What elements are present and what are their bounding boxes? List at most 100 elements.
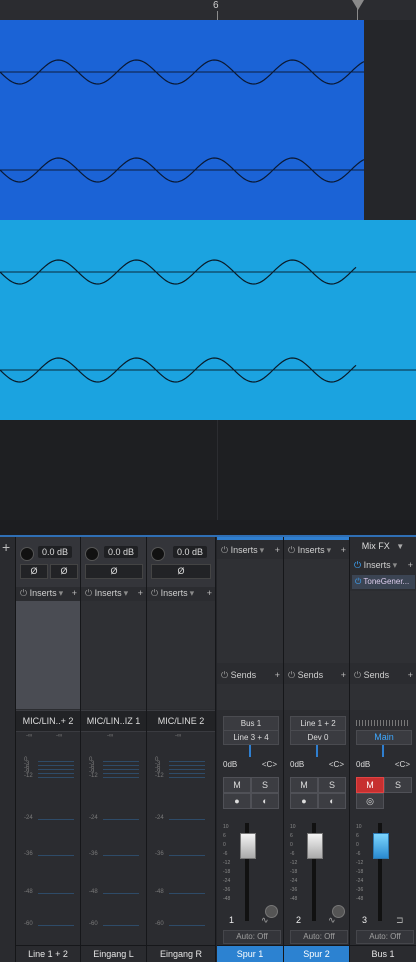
sends-header[interactable]: ⏻ Sends + (350, 667, 416, 683)
meter-scale-line (103, 765, 139, 766)
power-icon[interactable]: ⏻ (354, 667, 361, 683)
dropdown-arrow-icon[interactable]: ▾ (327, 545, 332, 555)
power-icon[interactable]: ⏻ (354, 557, 361, 573)
input-selector[interactable]: Dev 0 (290, 730, 346, 745)
power-icon[interactable]: ⏻ (20, 585, 27, 601)
output-selector[interactable]: Main (356, 730, 412, 745)
power-icon[interactable]: ⏻ (221, 667, 228, 683)
record-arm-button[interactable]: ● (223, 793, 251, 809)
strip-label[interactable]: Spur 1 (217, 945, 283, 962)
record-arm-button[interactable]: ● (290, 793, 318, 809)
monitor-button[interactable]: ◐ (318, 793, 346, 809)
volume-fader[interactable] (373, 833, 389, 859)
volume-fader[interactable] (307, 833, 323, 859)
power-icon[interactable]: ⏻ (288, 542, 295, 558)
phase-invert-left-button[interactable]: Ø (20, 564, 48, 579)
mix-fx-selector[interactable]: Mix FX ▼ (350, 541, 416, 551)
insert-item[interactable]: ⏻ ToneGener... (352, 575, 415, 589)
inserts-header[interactable]: ⏻ Inserts ▾ + (81, 585, 146, 601)
add-insert-icon[interactable]: + (138, 585, 143, 601)
mute-button[interactable]: M (223, 777, 251, 793)
solo-button[interactable]: S (384, 777, 412, 793)
insert-slot-area[interactable] (147, 601, 215, 709)
arrangement-area[interactable] (0, 20, 416, 520)
add-send-icon[interactable]: + (341, 667, 346, 683)
input-selector[interactable]: Line 3 + 4 (223, 730, 279, 745)
send-slot-area[interactable] (284, 684, 349, 710)
inserts-header[interactable]: ⏻ Inserts ▾ + (147, 585, 215, 601)
power-icon[interactable]: ⏻ (355, 577, 361, 586)
mute-button[interactable]: M (290, 777, 318, 793)
strip-label[interactable]: Bus 1 (350, 945, 416, 962)
add-send-icon[interactable]: + (275, 667, 280, 683)
power-icon[interactable]: ⏻ (85, 585, 92, 601)
insert-slot-area[interactable] (217, 559, 283, 663)
inserts-header[interactable]: ⏻ Inserts ▾ + (217, 542, 283, 558)
add-insert-icon[interactable]: + (275, 542, 280, 558)
volume-fader[interactable] (240, 833, 256, 859)
inserts-header[interactable]: ⏻ Inserts ▾ + (284, 542, 349, 558)
phase-invert-button[interactable]: Ø (151, 564, 211, 579)
dropdown-arrow-icon[interactable]: ▾ (124, 588, 129, 598)
timeline-ruler[interactable]: 6 (0, 0, 416, 21)
add-insert-icon[interactable]: + (72, 585, 77, 601)
fader-scale-label: 6 (290, 833, 293, 839)
insert-slot-area[interactable] (350, 591, 416, 663)
dropdown-arrow-icon[interactable]: ▾ (59, 588, 64, 598)
output-selector[interactable]: Line 1 + 2 (290, 716, 346, 731)
dropdown-arrow-icon[interactable]: ▾ (190, 588, 195, 598)
dropdown-arrow-icon[interactable]: ▾ (260, 545, 265, 555)
add-insert-icon[interactable]: + (341, 542, 346, 558)
phase-invert-button[interactable]: Ø (85, 564, 143, 579)
gain-knob[interactable] (20, 547, 34, 561)
monitor-button[interactable]: ◐ (251, 793, 279, 809)
sends-header[interactable]: ⏻ Sends + (284, 667, 349, 683)
audio-clip-track-1[interactable] (0, 20, 364, 220)
strip-label[interactable]: Line 1 + 2 (16, 945, 80, 962)
input-controls: 0.0 dB Ø Ø (16, 537, 80, 587)
automation-mode[interactable]: Auto: Off (356, 930, 414, 944)
sends-header[interactable]: ⏻ Sends + (217, 667, 283, 683)
gain-knob[interactable] (85, 547, 99, 561)
strip-label[interactable]: Spur 2 (284, 945, 349, 962)
insert-slot-area[interactable] (81, 601, 146, 709)
gain-knob[interactable] (151, 547, 165, 561)
meter-scale-line (38, 819, 74, 820)
strip-label[interactable]: Eingang R (147, 945, 215, 962)
mute-button[interactable]: M (356, 777, 384, 793)
solo-button[interactable]: S (318, 777, 346, 793)
fader-scale-label: -18 (290, 869, 298, 875)
input-name[interactable]: MIC/LIN..+ 2 (16, 710, 80, 732)
strip-label[interactable]: Eingang L (81, 945, 146, 962)
power-icon[interactable]: ⏻ (151, 585, 158, 601)
insert-slot-area[interactable] (284, 559, 349, 663)
add-channel-button[interactable]: + (0, 537, 16, 962)
link-button[interactable]: ◎ (356, 793, 384, 809)
power-icon[interactable]: ⏻ (288, 667, 295, 683)
send-slot-area[interactable] (217, 684, 283, 710)
add-send-icon[interactable]: + (408, 667, 413, 683)
power-icon[interactable]: ⏻ (221, 542, 228, 558)
inserts-header[interactable]: ⏻ Inserts ▾ + (350, 557, 416, 573)
meter-scale-label: -48 (24, 889, 33, 895)
send-slot-area[interactable] (350, 684, 416, 710)
inserts-header[interactable]: ⏻ Inserts ▾ + (16, 585, 80, 601)
dropdown-arrow-icon[interactable]: ▼ (396, 542, 404, 551)
add-insert-icon[interactable]: + (207, 585, 212, 601)
pan-indicator[interactable] (249, 745, 251, 757)
phase-invert-right-button[interactable]: Ø (50, 564, 78, 579)
insert-slot-area[interactable] (16, 601, 80, 709)
playhead-marker[interactable] (352, 0, 364, 10)
automation-mode[interactable]: Auto: Off (290, 930, 348, 944)
solo-button[interactable]: S (251, 777, 279, 793)
automation-mode[interactable]: Auto: Off (223, 930, 281, 944)
pan-indicator[interactable] (316, 745, 318, 757)
input-name[interactable]: MIC/LIN..IZ 1 (81, 710, 146, 732)
dropdown-arrow-icon[interactable]: ▾ (393, 560, 398, 570)
add-insert-icon[interactable]: + (408, 557, 413, 573)
pan-indicator[interactable] (382, 745, 384, 757)
audio-clip-track-2[interactable] (0, 220, 416, 420)
channel-color-bar (217, 537, 283, 540)
output-selector[interactable]: Bus 1 (223, 716, 279, 731)
input-name[interactable]: MIC/LINE 2 (147, 710, 215, 732)
